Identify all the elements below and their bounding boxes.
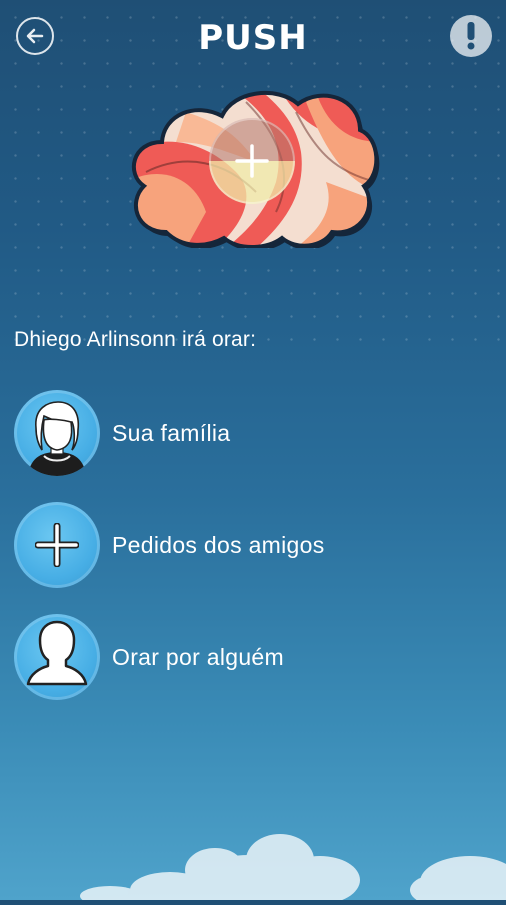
option-label: Orar por alguém (112, 643, 284, 670)
option-label: Pedidos dos amigos (112, 531, 325, 558)
plus-icon (35, 523, 79, 567)
top-bar: PUSH (0, 0, 506, 80)
exclamation-icon (467, 22, 475, 50)
option-sua-familia[interactable]: Sua família (14, 390, 494, 476)
prayer-prompt: Dhiego Arlinsonn irá orar: (14, 328, 257, 351)
person-silhouette-icon (14, 614, 100, 700)
family-avatar-icon (14, 390, 100, 476)
app-title: PUSH (198, 18, 308, 58)
clouds-decoration (0, 738, 506, 905)
plus-circle (14, 502, 100, 588)
add-photo-button[interactable] (209, 118, 295, 204)
option-pedidos-dos-amigos[interactable]: Pedidos dos amigos (14, 502, 494, 588)
option-orar-por-alguem[interactable]: Orar por alguém (14, 614, 494, 700)
plus-icon (235, 144, 269, 178)
option-label: Sua família (112, 419, 231, 446)
alert-button[interactable] (450, 15, 492, 57)
